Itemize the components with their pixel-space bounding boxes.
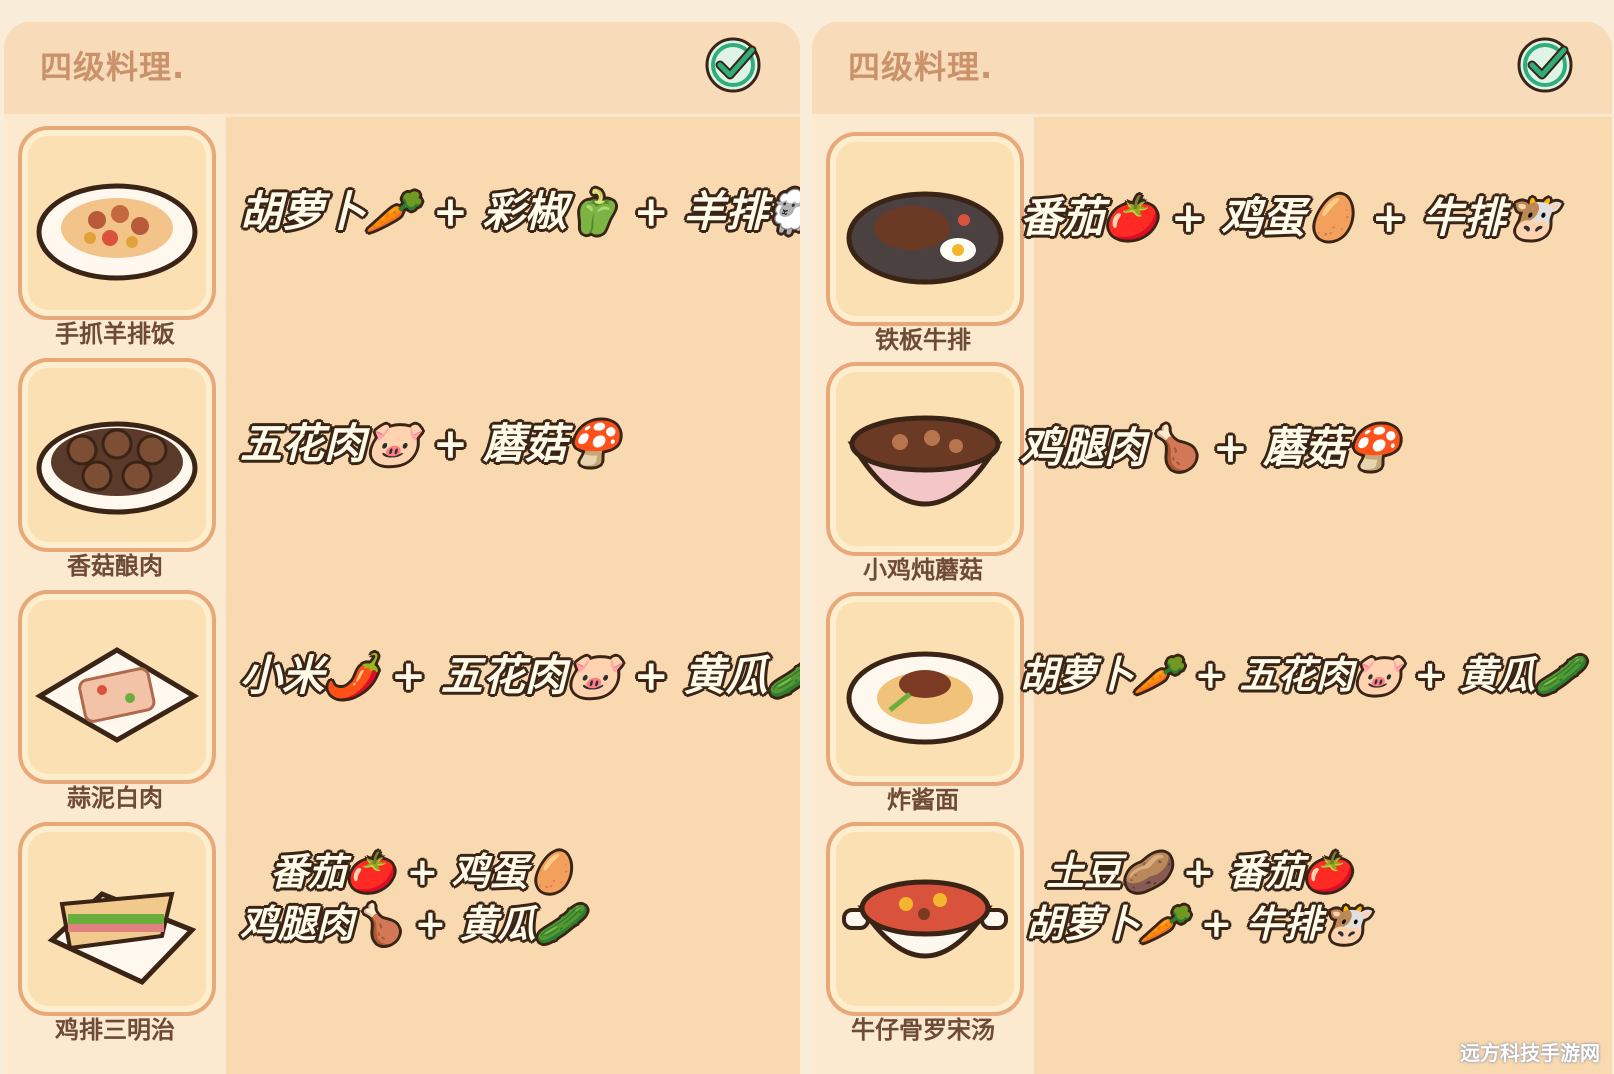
iron-steak-plate-icon bbox=[846, 191, 1004, 285]
chicken-mushroom-bowl-icon bbox=[847, 415, 1003, 507]
formula-line: 五花肉🐷 + 蘑菇🍄 bbox=[240, 419, 620, 468]
check-circle-icon[interactable] bbox=[702, 34, 764, 96]
recipe-row[interactable]: 香菇酿肉 五花肉🐷 + 蘑菇🍄 bbox=[4, 348, 800, 584]
formula-line: 胡萝卜🥕 + 五花肉🐷 + 黄瓜🥒 bbox=[1020, 652, 1583, 697]
recipe-formula: 胡萝卜🥕 + 五花肉🐷 + 黄瓜🥒 bbox=[1020, 644, 1583, 699]
stuffed-mushroom-plate-icon bbox=[36, 421, 198, 515]
dish-name: 香菇酿肉 bbox=[67, 552, 163, 580]
recipe-row[interactable]: 炸酱面 胡萝卜🥕 + 五花肉🐷 + 黄瓜🥒 bbox=[812, 582, 1608, 818]
dish-name: 小鸡炖蘑菇 bbox=[863, 556, 983, 584]
recipe-formula: 小米🌶️ + 五花肉🐷 + 黄瓜🥒 bbox=[240, 642, 800, 703]
watermark: 远方科技手游网 bbox=[1460, 1041, 1600, 1065]
dish-name: 炸酱面 bbox=[887, 786, 959, 814]
sandwich-plate-icon bbox=[47, 891, 197, 986]
formula-line: 小米🌶️ + 五花肉🐷 + 黄瓜🥒 bbox=[240, 651, 800, 700]
recipe-panel-left: 四级料理. 手抓羊排饭 胡萝卜🥕 + 彩椒🫑 + 羊排🐑 香菇酿肉 五花肉🐷 +… bbox=[4, 22, 800, 1074]
recipe-row[interactable]: 铁板牛排 番茄🍅 + 鸡蛋🥚 + 牛排🐮 bbox=[812, 122, 1608, 358]
recipe-row[interactable]: 小鸡炖蘑菇 鸡腿肉🍗 + 蘑菇🍄 bbox=[812, 352, 1608, 588]
dish-card[interactable] bbox=[826, 362, 1024, 556]
recipe-row[interactable]: 手抓羊排饭 胡萝卜🥕 + 彩椒🫑 + 羊排🐑 bbox=[4, 116, 800, 352]
panel-header: 四级料理. bbox=[812, 22, 1612, 117]
panel-title: 四级料理. bbox=[40, 48, 186, 86]
borscht-pot-icon bbox=[842, 879, 1008, 959]
recipe-row[interactable]: 鸡排三明治 番茄🍅 + 鸡蛋🥚 鸡腿肉🍗 + 黄瓜🥒 bbox=[4, 812, 800, 1048]
recipe-formula: 土豆🥔 + 番茄🍅 胡萝卜🥕 + 牛排🐮 bbox=[1026, 846, 1369, 950]
dish-card[interactable] bbox=[18, 358, 216, 552]
dish-name: 鸡排三明治 bbox=[55, 1016, 175, 1044]
dish-name: 牛仔骨罗宋汤 bbox=[851, 1016, 995, 1044]
panel-title: 四级料理. bbox=[848, 48, 994, 86]
dish-name: 蒜泥白肉 bbox=[67, 784, 163, 812]
check-circle-icon[interactable] bbox=[1514, 34, 1576, 96]
dish-card[interactable] bbox=[18, 822, 216, 1016]
formula-line: 鸡腿肉🍗 + 蘑菇🍄 bbox=[1020, 423, 1400, 472]
dish-card[interactable] bbox=[18, 590, 216, 784]
recipe-row[interactable]: 牛仔骨罗宋汤 土豆🥔 + 番茄🍅 胡萝卜🥕 + 牛排🐮 bbox=[812, 812, 1608, 1048]
dish-card[interactable] bbox=[826, 592, 1024, 786]
recipe-formula: 番茄🍅 + 鸡蛋🥚 鸡腿肉🍗 + 黄瓜🥒 bbox=[240, 846, 583, 950]
formula-line: 土豆🥔 + 番茄🍅 bbox=[1046, 849, 1351, 894]
dish-name: 铁板牛排 bbox=[875, 326, 971, 354]
recipe-formula: 五花肉🐷 + 蘑菇🍄 bbox=[240, 410, 619, 471]
recipe-formula: 鸡腿肉🍗 + 蘑菇🍄 bbox=[1020, 414, 1399, 475]
panel-header: 四级料理. bbox=[4, 22, 800, 117]
dish-card[interactable] bbox=[826, 822, 1024, 1016]
dish-name: 手抓羊排饭 bbox=[55, 320, 175, 348]
recipe-row[interactable]: 蒜泥白肉 小米🌶️ + 五花肉🐷 + 黄瓜🥒 bbox=[4, 580, 800, 816]
recipe-formula: 胡萝卜🥕 + 彩椒🫑 + 羊排🐑 bbox=[240, 178, 800, 239]
recipe-panel-right: 四级料理. 铁板牛排 番茄🍅 + 鸡蛋🥚 + 牛排🐮 小鸡炖蘑菇 鸡腿肉🍗 + … bbox=[812, 22, 1612, 1074]
noodle-plate-icon bbox=[846, 651, 1004, 745]
formula-line: 番茄🍅 + 鸡蛋🥚 + 牛排🐮 bbox=[1020, 193, 1558, 242]
formula-line: 胡萝卜🥕 + 彩椒🫑 + 羊排🐑 bbox=[240, 187, 800, 236]
formula-line: 胡萝卜🥕 + 牛排🐮 bbox=[1026, 901, 1369, 946]
formula-line: 番茄🍅 + 鸡蛋🥚 bbox=[270, 849, 575, 894]
lamb-rice-plate-icon bbox=[36, 183, 198, 281]
recipe-formula: 番茄🍅 + 鸡蛋🥚 + 牛排🐮 bbox=[1020, 184, 1558, 245]
dish-card[interactable] bbox=[18, 126, 216, 320]
dish-card[interactable] bbox=[826, 132, 1024, 326]
garlic-pork-plate-icon bbox=[35, 647, 199, 743]
formula-line: 鸡腿肉🍗 + 黄瓜🥒 bbox=[240, 901, 583, 946]
